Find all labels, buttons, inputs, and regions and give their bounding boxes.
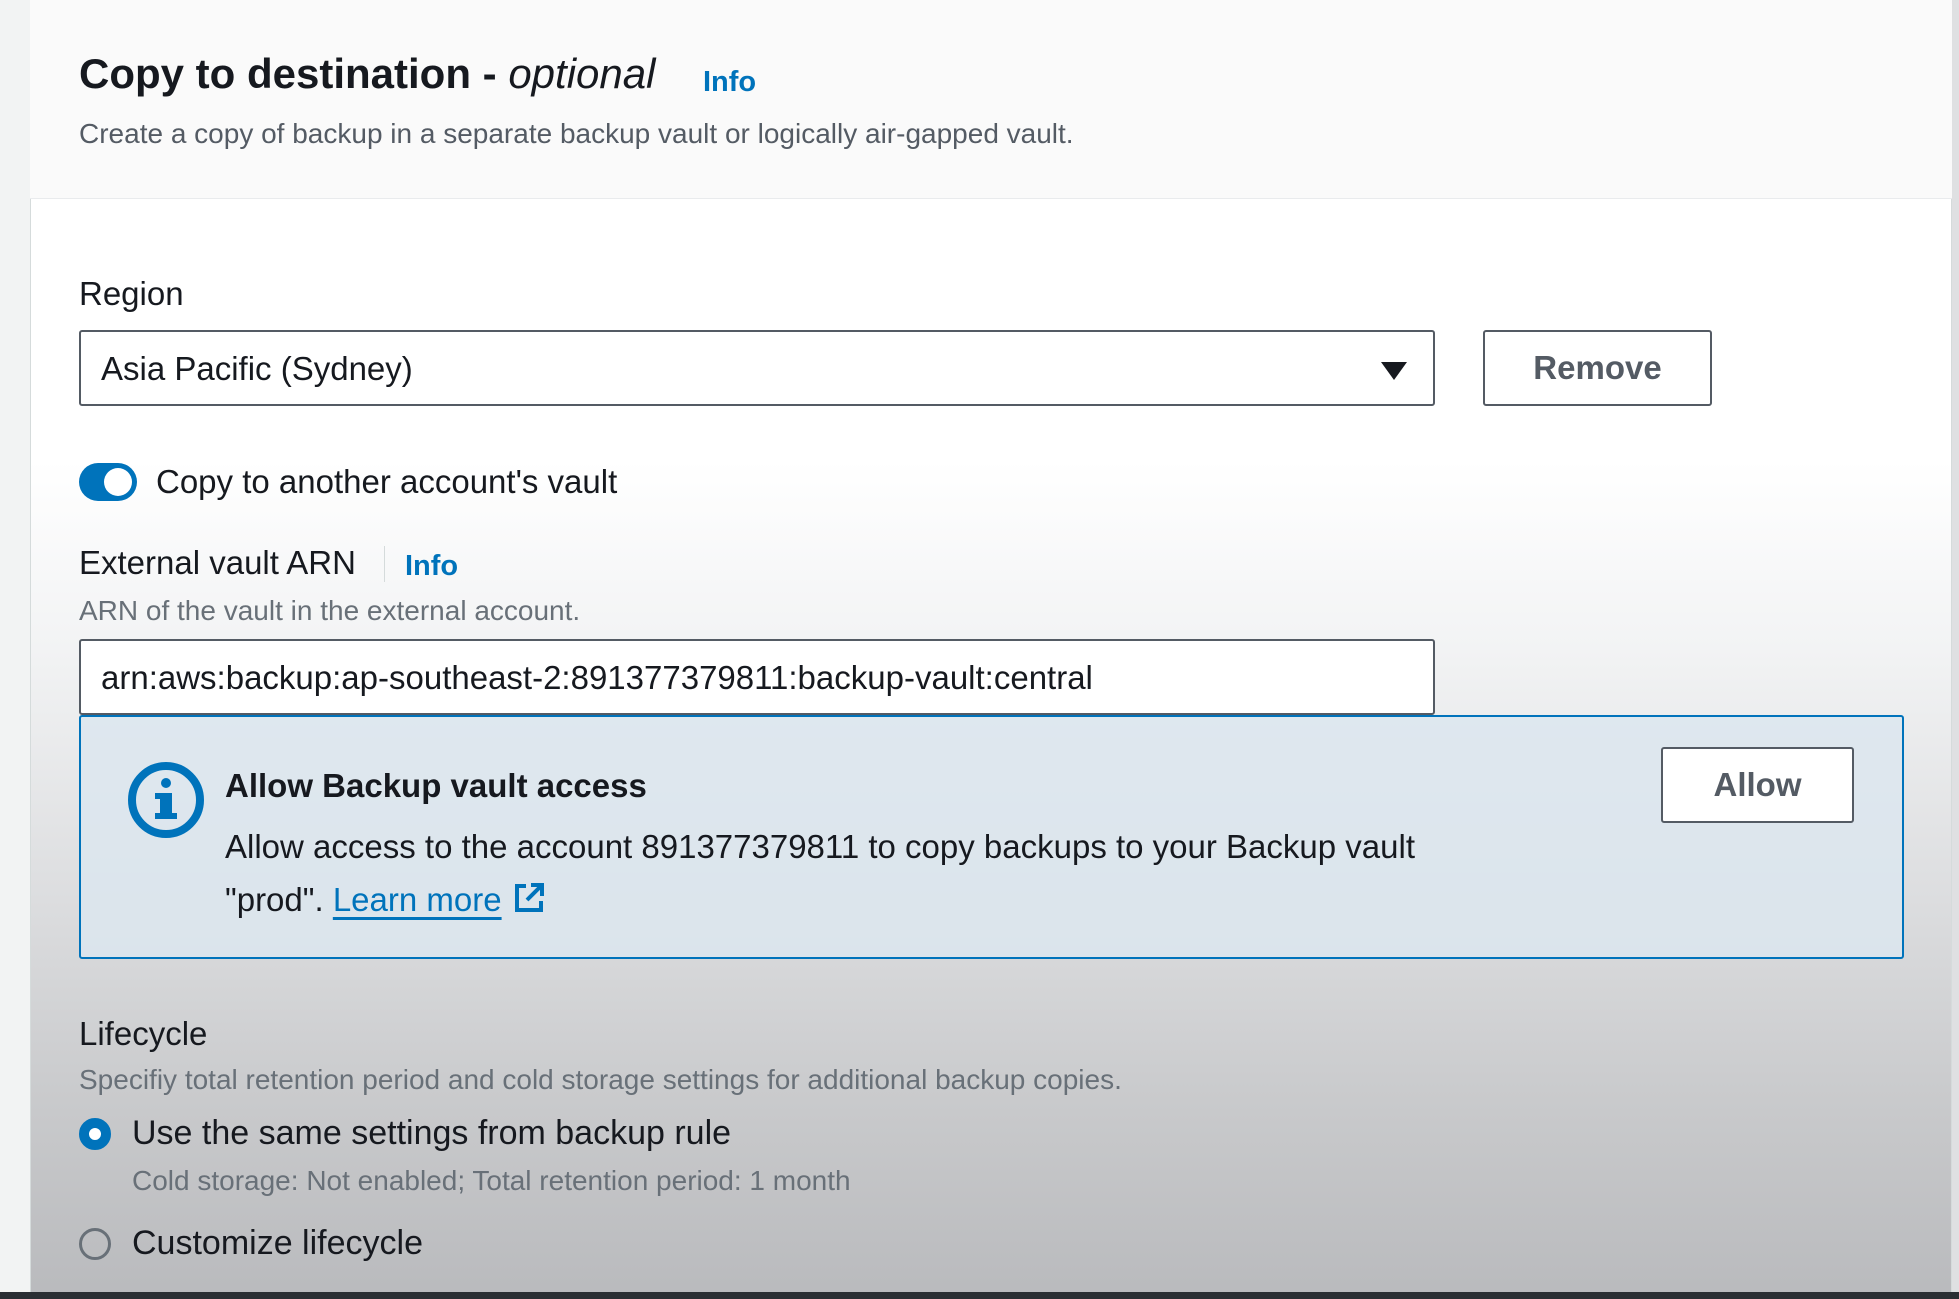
learn-more-link[interactable]: Learn more [333, 881, 546, 918]
region-label: Region [79, 275, 184, 312]
cross-account-toggle[interactable] [79, 463, 137, 501]
radio-customize-lifecycle[interactable] [79, 1228, 111, 1260]
panel-title-optional: optional [508, 50, 656, 97]
external-vault-arn-input[interactable]: arn:aws:backup:ap-southeast-2:8913773798… [79, 639, 1435, 715]
alert-title: Allow Backup vault access [225, 767, 647, 804]
info-circle-icon [128, 762, 204, 838]
alert-body: Allow access to the account 891377379811… [225, 820, 1525, 926]
page-background-right [1952, 0, 1959, 1299]
radio-same-settings-label[interactable]: Use the same settings from backup rule [132, 1114, 731, 1153]
alert-body-prefix: "prod". [225, 881, 333, 918]
bottom-edge [0, 1292, 1959, 1299]
alert-body-line-2: "prod". Learn more [225, 873, 1525, 926]
lifecycle-label: Lifecycle [79, 1015, 208, 1052]
panel-title: Copy to destination - optional [79, 50, 655, 98]
region-selected-value: Asia Pacific (Sydney) [101, 350, 413, 387]
learn-more-label: Learn more [332, 881, 502, 918]
external-vault-arn-label: External vault ARN [79, 544, 356, 581]
region-select[interactable]: Asia Pacific (Sydney) [79, 330, 1435, 406]
panel-description: Create a copy of backup in a separate ba… [79, 118, 1074, 149]
cross-account-toggle-label: Copy to another account's vault [156, 463, 618, 500]
external-vault-arn-value: arn:aws:backup:ap-southeast-2:8913773798… [101, 659, 1093, 696]
allow-button[interactable]: Allow [1661, 747, 1854, 823]
panel-header [30, 0, 1952, 199]
radio-same-settings-detail: Cold storage: Not enabled; Total retenti… [132, 1165, 851, 1196]
alert-body-line-1: Allow access to the account 891377379811… [225, 828, 1415, 865]
allow-vault-access-alert: Allow Backup vault access Allow access t… [79, 715, 1904, 959]
caret-down-icon [1381, 362, 1407, 380]
label-divider [384, 546, 385, 582]
header-info-link[interactable]: Info [703, 66, 756, 99]
panel-title-main: Copy to destination - [79, 50, 497, 97]
external-vault-arn-description: ARN of the vault in the external account… [79, 595, 581, 626]
remove-button[interactable]: Remove [1483, 330, 1712, 406]
radio-same-settings[interactable] [79, 1118, 111, 1150]
page-background-left [0, 0, 30, 1299]
external-link-icon [514, 883, 544, 912]
lifecycle-description: Specifiy total retention period and cold… [79, 1064, 1122, 1095]
toggle-knob [104, 468, 132, 496]
radio-customize-lifecycle-label[interactable]: Customize lifecycle [132, 1224, 423, 1263]
external-vault-info-link[interactable]: Info [405, 550, 458, 583]
